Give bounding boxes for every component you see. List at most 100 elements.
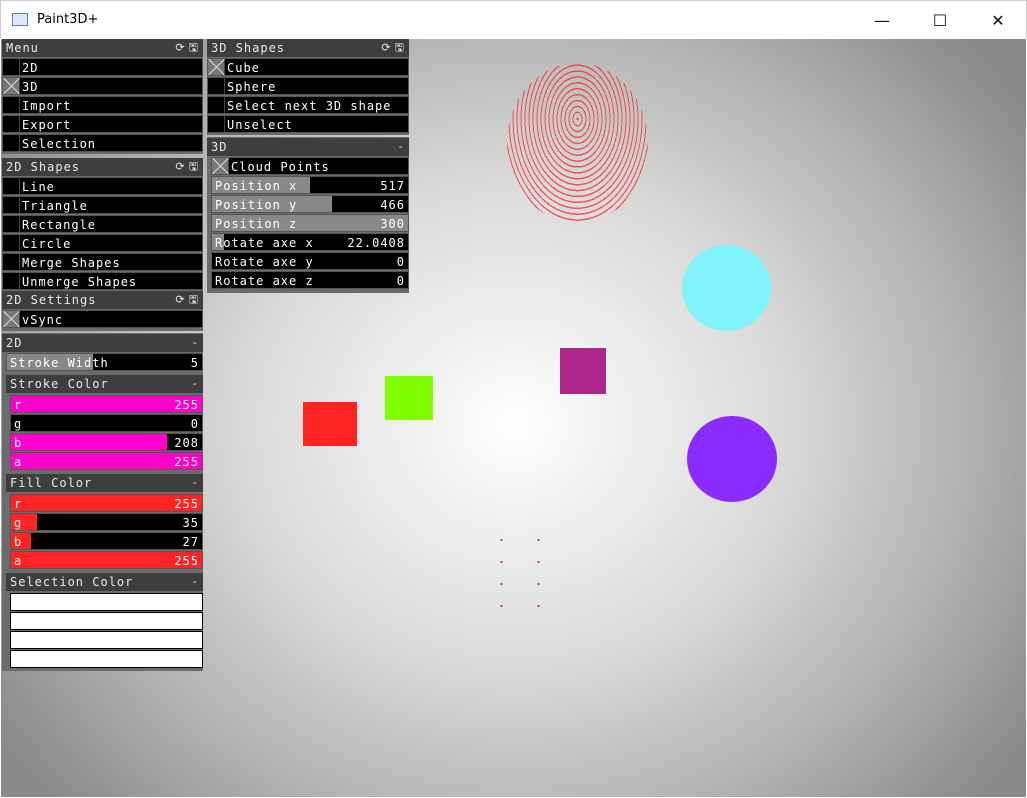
checkbox-checked[interactable] [208, 59, 225, 75]
collapse-button[interactable]: - [191, 375, 199, 393]
menu-item-export[interactable]: Export [2, 115, 203, 133]
selection-color-slider[interactable] [10, 650, 203, 668]
selection-color-header[interactable]: Selection Color - [6, 573, 203, 591]
stroke-a-slider[interactable]: a 255 [10, 452, 203, 470]
selection-color-slider[interactable] [10, 612, 203, 630]
checkbox-checked[interactable] [212, 158, 229, 174]
checkbox[interactable] [3, 178, 20, 194]
menu-item-import[interactable]: Import [2, 96, 203, 114]
stroke-g-slider[interactable]: g0 [10, 414, 203, 432]
item-label: Triangle [22, 199, 88, 213]
position-z-slider[interactable]: Position z 300 [211, 214, 409, 232]
collapse-button[interactable]: - [397, 138, 405, 156]
shape2d-item-circle[interactable]: Circle [2, 234, 203, 252]
maximize-button[interactable]: ☐ [911, 1, 969, 40]
panel3d-header-title: 3D [211, 140, 228, 154]
stroke-b-slider[interactable]: b 208 [10, 433, 203, 451]
fill-color-header[interactable]: Fill Color - [6, 474, 203, 492]
checkbox[interactable] [3, 197, 20, 213]
save-icon[interactable]: 🖫 [189, 293, 199, 306]
rotate-axe-y-slider[interactable]: Rotate axe y 0 [211, 252, 409, 270]
shape2d-item-unmerge-shapes[interactable]: Unmerge Shapes [2, 272, 203, 290]
item-label: Select next 3D shape [227, 99, 392, 113]
checkbox[interactable] [3, 97, 20, 113]
minimize-button[interactable]: — [853, 1, 911, 40]
fill-a-slider[interactable]: a 255 [10, 551, 203, 569]
checkbox[interactable] [208, 97, 225, 113]
position-x-slider[interactable]: Position x 517 [211, 176, 409, 194]
collapse-button[interactable]: - [191, 573, 199, 591]
shape3d-item-sphere[interactable]: Sphere [207, 77, 409, 95]
item-label: Export [22, 118, 72, 132]
collapse-button[interactable]: - [191, 474, 199, 492]
fill-r-slider[interactable]: r 255 [10, 494, 203, 512]
stroke-width-slider[interactable]: Stroke Width 5 [6, 353, 203, 371]
cube-point-cloud[interactable] [483, 529, 565, 624]
cyan-circle[interactable] [682, 245, 771, 331]
fill-b-slider[interactable]: b 27 [10, 532, 203, 550]
checkbox-checked[interactable] [3, 78, 20, 94]
item-label: vSync [22, 313, 64, 327]
shape2d-item-merge-shapes[interactable]: Merge Shapes [2, 253, 203, 271]
settings2d-header[interactable]: 2D Settings ⟳ 🖫 [2, 291, 203, 309]
save-icon[interactable]: 🖫 [189, 160, 199, 173]
save-icon[interactable]: 🖫 [189, 41, 199, 54]
checkbox[interactable] [208, 78, 225, 94]
vsync-toggle[interactable]: vSync [2, 310, 203, 328]
slider-label: a [14, 554, 23, 568]
shape3d-item-cube[interactable]: Cube [207, 58, 409, 76]
checkbox[interactable] [3, 216, 20, 232]
close-button[interactable]: ✕ [969, 1, 1027, 40]
checkbox[interactable] [3, 59, 20, 75]
slider-value: 0 [190, 417, 199, 431]
checkbox[interactable] [3, 116, 20, 132]
position-y-slider[interactable]: Position y 466 [211, 195, 409, 213]
rotate-axe-z-slider[interactable]: Rotate axe z 0 [211, 271, 409, 289]
menu-header-title: Menu [6, 41, 39, 55]
save-icon[interactable]: 🖫 [395, 41, 405, 54]
red-cube[interactable] [303, 402, 357, 446]
green-cube[interactable] [385, 376, 433, 420]
shapes2d-header[interactable]: 2D Shapes ⟳ 🖫 [2, 158, 203, 176]
checkbox[interactable] [3, 254, 20, 270]
refresh-icon[interactable]: ⟳ [175, 160, 185, 173]
menu-item-selection[interactable]: Selection [2, 134, 203, 152]
window-title: Paint3D+ [37, 12, 99, 27]
checkbox[interactable] [3, 273, 20, 289]
panel3d-header[interactable]: 3D - [207, 138, 409, 156]
checkbox[interactable] [208, 116, 225, 132]
stroke-r-slider[interactable]: r 255 [10, 395, 203, 413]
selection-color-slider[interactable] [10, 631, 203, 649]
shape2d-item-triangle[interactable]: Triangle [2, 196, 203, 214]
collapse-button[interactable]: - [191, 334, 199, 352]
slider-label: r [14, 497, 23, 511]
item-label: Circle [22, 237, 72, 251]
checkbox[interactable] [3, 235, 20, 251]
menu-item-2d[interactable]: 2D [2, 58, 203, 76]
shapes3d-header[interactable]: 3D Shapes ⟳ 🖫 [207, 39, 409, 57]
rotate-axe-x-slider[interactable]: Rotate axe x 22.0408 [211, 233, 409, 251]
menu-header[interactable]: Menu ⟳ 🖫 [2, 39, 203, 57]
slider-fill [11, 434, 167, 450]
cloud-points-toggle[interactable]: Cloud Points [211, 157, 409, 175]
shape2d-item-rectangle[interactable]: Rectangle [2, 215, 203, 233]
purple-circle[interactable] [687, 416, 777, 502]
selection-color-slider[interactable] [10, 593, 203, 611]
checkbox[interactable] [3, 135, 20, 151]
sphere-point-cloud[interactable] [507, 63, 648, 223]
shape3d-item-select-next-3d-shape[interactable]: Select next 3D shape [207, 96, 409, 114]
panel2d-header[interactable]: 2D - [2, 334, 203, 352]
menu-item-3d[interactable]: 3D [2, 77, 203, 95]
magenta-cube[interactable] [560, 348, 606, 394]
refresh-icon[interactable]: ⟳ [175, 41, 185, 54]
slider-value: 466 [380, 198, 405, 212]
refresh-icon[interactable]: ⟳ [175, 293, 185, 306]
shape2d-item-line[interactable]: Line [2, 177, 203, 195]
checkbox-checked[interactable] [3, 311, 20, 327]
refresh-icon[interactable]: ⟳ [381, 41, 391, 54]
shapes2d-header-title: 2D Shapes [6, 160, 81, 174]
stroke-color-header[interactable]: Stroke Color - [6, 375, 203, 393]
fill-g-slider[interactable]: g 35 [10, 513, 203, 531]
shape3d-item-unselect[interactable]: Unselect [207, 115, 409, 133]
slider-label: Position x [215, 179, 298, 193]
